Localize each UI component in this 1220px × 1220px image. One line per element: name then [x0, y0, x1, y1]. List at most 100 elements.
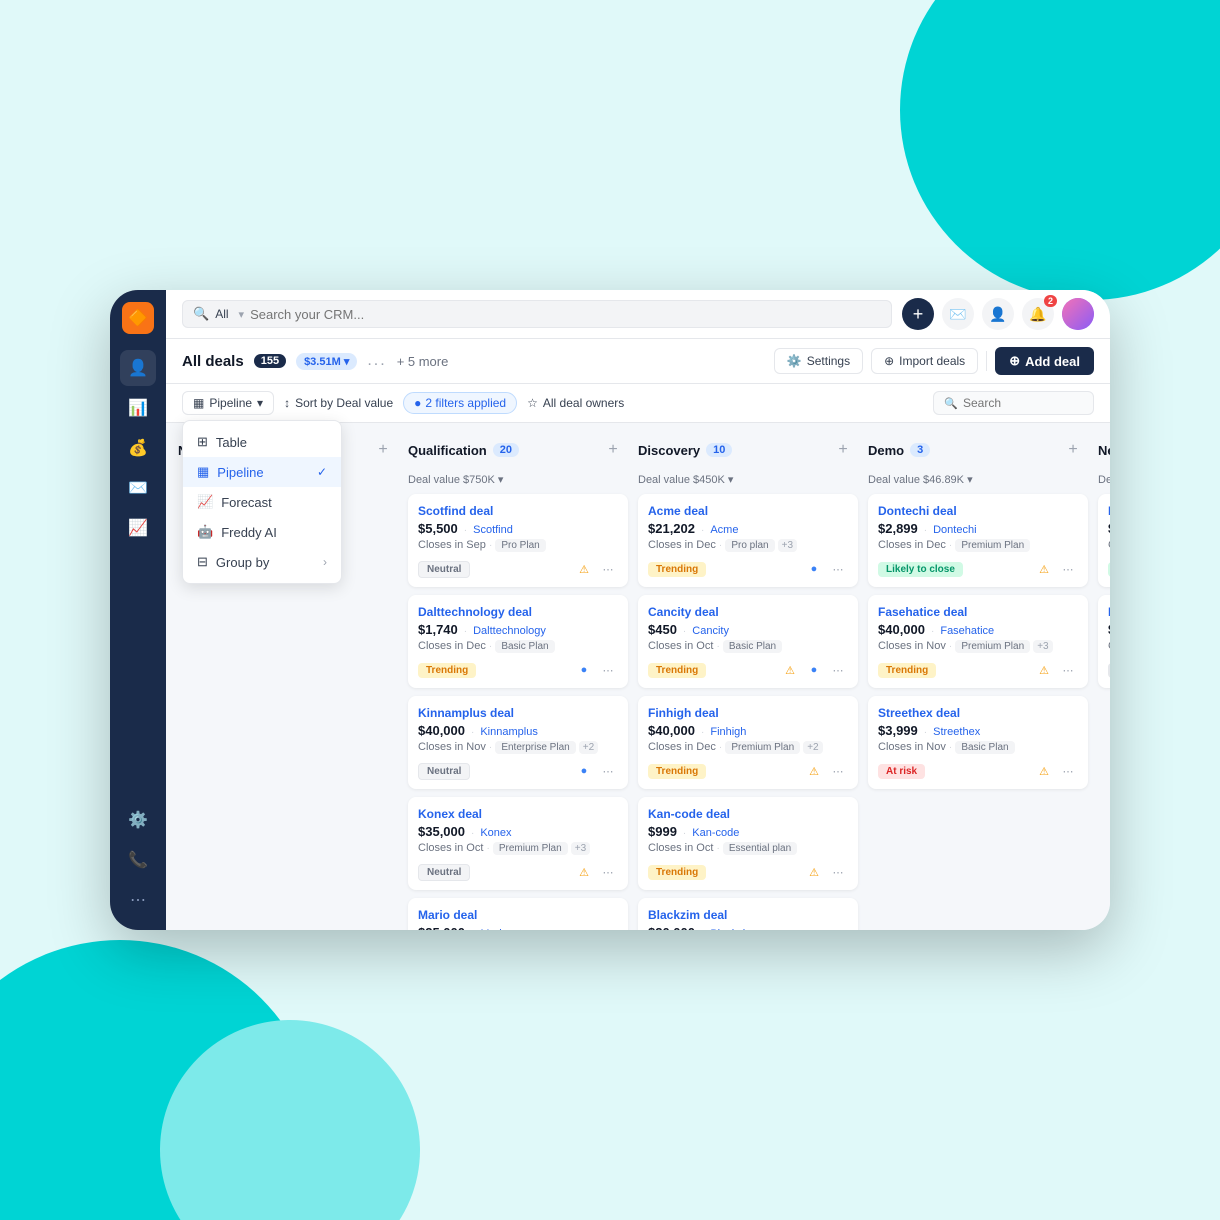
col-add-qualification[interactable]: + — [602, 439, 624, 461]
subtoolbar-search-input[interactable] — [963, 396, 1083, 410]
warn-icon[interactable]: ⚠ — [780, 660, 800, 680]
info-icon[interactable]: ● — [574, 761, 594, 781]
plan-tag: Premium Plan — [955, 640, 1030, 653]
owners-filter[interactable]: ☆ All deal owners — [527, 396, 624, 410]
dropdown-item-freddy[interactable]: 🤖 Freddy AI — [183, 517, 341, 547]
sidebar-icon-analytics[interactable]: 📈 — [120, 510, 156, 546]
all-filter-label[interactable]: All — [215, 307, 232, 321]
deal-meta: Closes in Nov · Basic Plan — [878, 741, 1078, 753]
deal-card[interactable]: Konmatfix deal $45,000 Closes in Oct · P… — [1098, 494, 1110, 587]
all-filter-chevron[interactable]: ▾ — [239, 308, 245, 321]
add-button[interactable]: + — [902, 298, 934, 330]
pipeline-dropdown[interactable]: ▦ Pipeline ▾ — [182, 391, 274, 415]
col-header-negotiation: Negotiation+ — [1098, 435, 1110, 465]
deal-value-badge[interactable]: $3.51M ▾ — [296, 353, 357, 370]
more-options-icon[interactable]: ⋯ — [828, 761, 848, 781]
status-badge: Neutral — [418, 864, 470, 881]
deal-company: Kinnamplus — [480, 726, 537, 738]
deal-card[interactable]: Kinnamplus deal $40,000 ·Kinnamplus Clos… — [408, 696, 628, 789]
deal-card[interactable]: Acme deal $21,202 ·Acme Closes in Dec · … — [638, 494, 858, 587]
info-icon[interactable]: ● — [804, 660, 824, 680]
sidebar-icon-contacts[interactable]: 👤 — [120, 350, 156, 386]
status-badge: Trending — [648, 865, 706, 880]
plan-tag: Premium Plan — [955, 539, 1030, 552]
deal-card[interactable]: Blackzim deal $20,000 ·Blackzim Closes i… — [638, 898, 858, 930]
deal-value: $20,000 — [648, 925, 695, 930]
more-options-icon[interactable]: ⋯ — [828, 559, 848, 579]
more-options-icon[interactable]: ⋯ — [598, 862, 618, 882]
more-options-icon[interactable]: ⋯ — [598, 761, 618, 781]
deal-card[interactable]: Kan-code deal $999 ·Kan-code Closes in O… — [638, 797, 858, 890]
deal-company: Kan-code — [692, 827, 739, 839]
sidebar-icon-settings[interactable]: ⚙️ — [120, 802, 156, 838]
more-options-icon[interactable]: ⋯ — [598, 559, 618, 579]
deal-card[interactable]: Finhigh deal $40,000 ·Finhigh Closes in … — [638, 696, 858, 789]
dropdown-item-forecast[interactable]: 📈 Forecast — [183, 487, 341, 517]
sidebar-icon-deals[interactable]: 💰 — [120, 430, 156, 466]
email-icon-btn[interactable]: ✉️ — [942, 298, 974, 330]
warn-icon[interactable]: ⚠ — [1034, 660, 1054, 680]
user-avatar[interactable] — [1062, 298, 1094, 330]
filters-chip[interactable]: ● 2 filters applied — [403, 392, 517, 414]
sidebar-logo[interactable]: 🔶 — [122, 302, 154, 334]
deal-card[interactable]: Konex deal $35,000 ·Konex Closes in Oct … — [408, 797, 628, 890]
more-options-icon[interactable]: ⋯ — [1058, 559, 1078, 579]
info-icon[interactable]: ● — [574, 660, 594, 680]
info-icon[interactable]: ● — [804, 559, 824, 579]
deal-card[interactable]: Cancity deal $450 ·Cancity Closes in Oct… — [638, 595, 858, 688]
deal-card[interactable]: Scotfind deal $5,500 ·Scotfind Closes in… — [408, 494, 628, 587]
col-add-demo[interactable]: + — [1062, 439, 1084, 461]
dropdown-item-table[interactable]: ⊞ Table — [183, 427, 341, 457]
more-options-icon[interactable]: ⋯ — [1058, 761, 1078, 781]
subtoolbar: ▦ Pipeline ▾ ↕ Sort by Deal value ● 2 fi… — [166, 384, 1110, 423]
more-options-icon[interactable]: ⋯ — [828, 862, 848, 882]
more-options-icon[interactable]: ⋯ — [598, 660, 618, 680]
more-options-icon[interactable]: ⋯ — [1058, 660, 1078, 680]
deal-name: Kinnamplus deal — [418, 706, 618, 720]
deal-card[interactable]: Dontechi deal $2,899 ·Dontechi Closes in… — [868, 494, 1088, 587]
deal-card[interactable]: Dalttechnology deal $1,740 ·Dalttechnolo… — [408, 595, 628, 688]
warn-icon[interactable]: ⚠ — [804, 862, 824, 882]
warn-icon[interactable]: ⚠ — [1034, 761, 1054, 781]
more-link[interactable]: + 5 more — [397, 354, 449, 369]
deal-card[interactable]: Mario deal $25,000 ·Mario Closes in Oct … — [408, 898, 628, 930]
import-button[interactable]: ⊕ Import deals — [871, 348, 978, 374]
add-deal-button[interactable]: ⊕ Add deal — [995, 347, 1094, 375]
deal-value: $35,000 — [418, 824, 465, 839]
warn-icon[interactable]: ⚠ — [574, 559, 594, 579]
deal-value: $40,000 — [418, 723, 465, 738]
sidebar-icon-email[interactable]: ✉️ — [120, 470, 156, 506]
toolbar-dots-btn[interactable]: ... — [367, 352, 386, 370]
dropdown-item-pipeline[interactable]: ▦ Pipeline ✓ — [183, 457, 341, 487]
more-options-icon[interactable]: ⋯ — [828, 660, 848, 680]
page-title: All deals — [182, 353, 244, 370]
col-add-new[interactable]: + — [372, 439, 394, 461]
deal-card[interactable]: Fasehatice deal $40,000 ·Fasehatice Clos… — [868, 595, 1088, 688]
deal-name: Bioholding deal — [1108, 605, 1110, 619]
deal-footer: Neutral ⚠ ⋯ — [418, 559, 618, 579]
deal-meta: Closes in Oct — [1108, 640, 1110, 652]
sidebar-icon-reports[interactable]: 📊 — [120, 390, 156, 426]
deal-card[interactable]: Bioholding deal $40,000 Closes in Oct Go… — [1098, 595, 1110, 688]
deal-card[interactable]: Streethex deal $3,999 ·Streethex Closes … — [868, 696, 1088, 789]
col-add-discovery[interactable]: + — [832, 439, 854, 461]
sidebar-icon-phone[interactable]: 📞 — [120, 842, 156, 878]
deal-footer: Trending ⚠ ⋯ — [648, 862, 848, 882]
dot-sep: · — [931, 626, 934, 637]
contacts-icon-btn[interactable]: 👤 — [982, 298, 1014, 330]
status-badge: Likely to close — [878, 562, 963, 577]
deal-actions: ⚠ ⋯ — [804, 862, 848, 882]
sort-filter[interactable]: ↕ Sort by Deal value — [284, 396, 393, 410]
warn-icon[interactable]: ⚠ — [804, 761, 824, 781]
dropdown-item-groupby[interactable]: ⊟ Group by › — [183, 547, 341, 577]
crm-search-input[interactable] — [250, 307, 881, 322]
deal-value: $40,000 — [878, 622, 925, 637]
deal-actions: ⚠ ● ⋯ — [780, 660, 848, 680]
plan-tag: Enterprise Plan — [495, 741, 575, 754]
notifications-icon-btn[interactable]: 🔔 2 — [1022, 298, 1054, 330]
warn-icon[interactable]: ⚠ — [574, 862, 594, 882]
status-badge: Trending — [418, 663, 476, 678]
sidebar-icon-more[interactable]: ⋯ — [120, 882, 156, 918]
warn-icon[interactable]: ⚠ — [1034, 559, 1054, 579]
settings-button[interactable]: ⚙️ Settings — [774, 348, 863, 374]
